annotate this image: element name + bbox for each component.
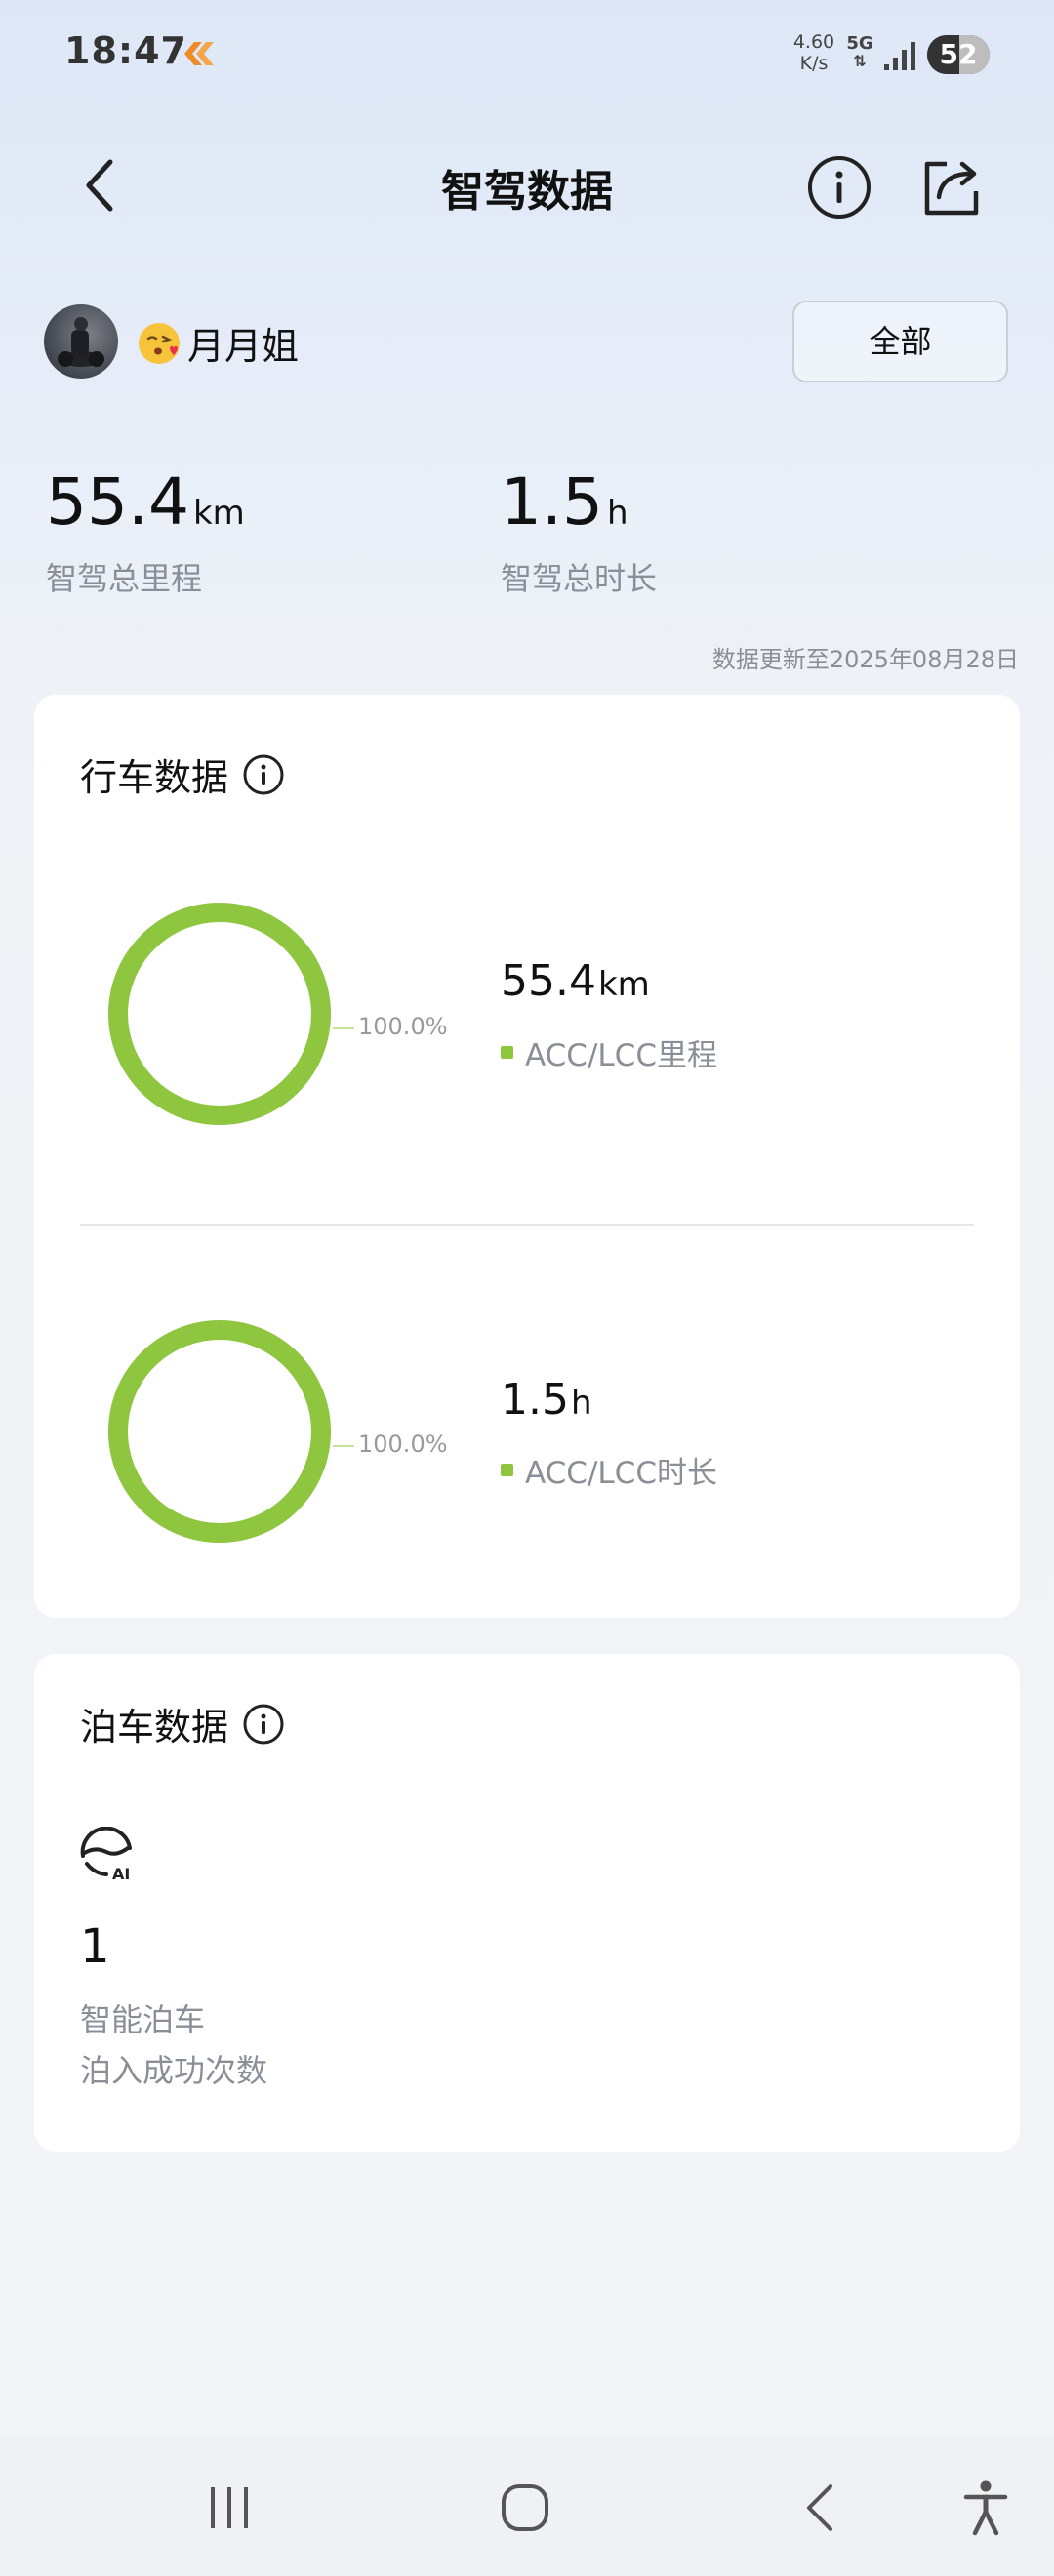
- user-name: 月月姐: [137, 316, 299, 370]
- status-time: 18:47: [64, 29, 187, 72]
- recent-apps-button[interactable]: [195, 2478, 264, 2537]
- mileage-leader-line: [333, 1027, 354, 1029]
- total-duration-label: 智驾总时长: [501, 560, 658, 597]
- info-icon[interactable]: [242, 1703, 285, 1746]
- parking-ai-icon: AI: [80, 1827, 132, 1881]
- duration-leader-line: [333, 1445, 354, 1447]
- total-mileage-label: 智驾总里程: [46, 560, 203, 597]
- status-bar: 18:47 4.60 K/s 5G ⇅ 52: [0, 0, 1054, 117]
- duration-legend: ACC/LCC时长: [501, 1448, 717, 1492]
- duration-value: 1.5h: [501, 1375, 592, 1425]
- parking-data-title-text: 泊车数据: [80, 1706, 229, 1749]
- mileage-legend: ACC/LCC里程: [501, 1030, 717, 1074]
- data-arrows-icon: ⇅: [853, 52, 867, 70]
- network-speed: 4.60 K/s: [787, 31, 841, 74]
- duration-value-unit: h: [570, 1384, 592, 1423]
- duration-legend-label: ACC/LCC时长: [525, 1456, 717, 1491]
- mileage-percent: 100.0%: [358, 1013, 448, 1040]
- battery-percent: 52: [939, 38, 978, 70]
- duration-percent: 100.0%: [358, 1430, 448, 1458]
- home-button[interactable]: [491, 2478, 559, 2537]
- accessibility-button[interactable]: [952, 2478, 1020, 2537]
- user-name-text: 月月姐: [187, 325, 300, 368]
- parking-count: 1: [80, 1919, 110, 1974]
- mileage-donut-chart: [108, 903, 331, 1125]
- back-icon: [807, 2484, 832, 2531]
- mileage-donut-arc: [108, 903, 331, 1125]
- filter-all-button[interactable]: 全部: [792, 301, 1008, 382]
- network-type-label: 5G: [846, 33, 873, 54]
- network-type: 5G ⇅: [845, 35, 874, 70]
- total-mileage-value: 55.4: [46, 464, 189, 540]
- network-speed-unit: K/s: [799, 53, 829, 74]
- parking-data-title: 泊车数据: [80, 1697, 285, 1751]
- divider: [80, 1224, 974, 1226]
- duration-value-number: 1.5: [501, 1375, 569, 1425]
- total-duration: 1.5 h 智驾总时长: [501, 464, 657, 597]
- accessibility-icon: [963, 2480, 1008, 2536]
- driving-data-title-text: 行车数据: [80, 756, 229, 799]
- duration-donut-arc: [108, 1320, 331, 1543]
- kissing-face-icon: [139, 322, 180, 364]
- total-duration-unit: h: [606, 494, 628, 533]
- driving-data-title: 行车数据: [80, 747, 285, 801]
- mileage-value-unit: km: [597, 965, 650, 1004]
- avatar-image: [58, 317, 104, 367]
- parking-label: 智能泊车: [80, 2001, 206, 2038]
- app-notification-icon: [184, 42, 214, 65]
- total-duration-value: 1.5: [501, 464, 603, 540]
- duration-donut-chart: [108, 1320, 331, 1543]
- total-mileage-unit: km: [192, 494, 245, 533]
- total-mileage: 55.4 km 智驾总里程: [46, 464, 245, 597]
- network-speed-value: 4.60: [792, 31, 835, 53]
- mileage-legend-label: ACC/LCC里程: [525, 1038, 717, 1073]
- back-nav-button[interactable]: [787, 2478, 855, 2537]
- system-nav-bar: [0, 2435, 1054, 2576]
- recent-apps-icon: [211, 2487, 248, 2528]
- info-icon[interactable]: [806, 154, 872, 221]
- share-icon[interactable]: [917, 152, 988, 222]
- mileage-value-number: 55.4: [501, 956, 596, 1006]
- home-icon: [502, 2484, 548, 2531]
- info-icon[interactable]: [242, 753, 285, 796]
- legend-dot: [501, 1046, 513, 1059]
- signal-icon: [884, 42, 915, 70]
- mileage-value: 55.4km: [501, 956, 650, 1006]
- battery-indicator: 52: [927, 35, 990, 74]
- page-title: 智驾数据: [441, 167, 613, 217]
- svg-text:AI: AI: [112, 1865, 130, 1881]
- parking-data-card: 泊车数据 AI 1 智能泊车 泊入成功次数: [34, 1654, 1020, 2152]
- legend-dot: [501, 1464, 513, 1476]
- parking-sub-label: 泊入成功次数: [80, 2052, 268, 2089]
- driving-data-card: 行车数据 100.0% 55.4km ACC/LCC里程 100.0% 1.5h…: [34, 695, 1020, 1618]
- update-date: 数据更新至2025年08月28日: [711, 646, 1019, 673]
- avatar[interactable]: [44, 304, 118, 379]
